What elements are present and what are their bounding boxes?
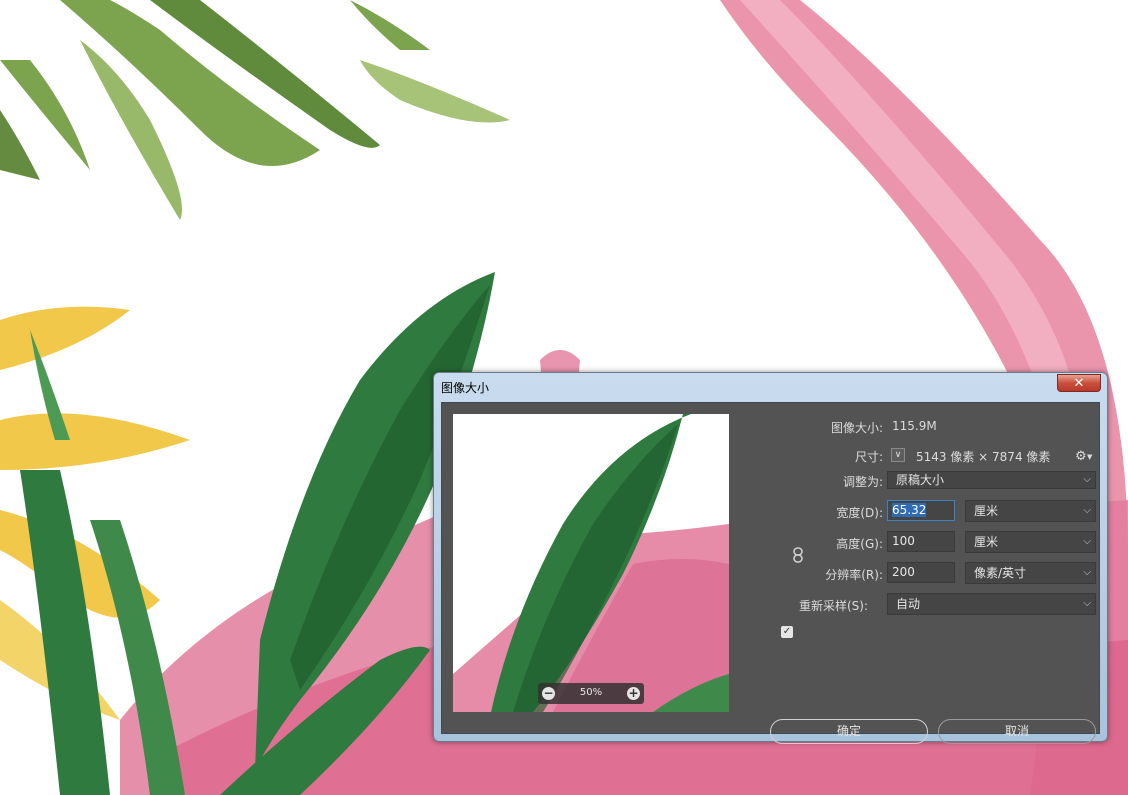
close-icon: ✕ <box>1073 376 1085 391</box>
zoom-level: 50% <box>579 687 603 698</box>
width-unit: 厘米 <box>974 504 999 518</box>
height-unit: 厘米 <box>974 535 999 549</box>
ok-button[interactable]: 确定 <box>770 719 928 744</box>
chevron-down-icon: ⌵ <box>1083 567 1091 578</box>
zoom-bar: − 50% + <box>538 683 644 704</box>
resolution-input[interactable]: 200 <box>887 562 955 583</box>
resolution-unit: 像素/英寸 <box>974 566 1027 580</box>
zoom-out-icon[interactable]: − <box>542 687 555 700</box>
chevron-down-icon: ⌵ <box>1083 474 1091 485</box>
image-size-label: 图像大小: <box>830 421 883 435</box>
chevron-down-icon: ⌵ <box>1083 505 1091 516</box>
width-input[interactable]: 65.32 <box>887 500 955 521</box>
zoom-in-icon[interactable]: + <box>627 687 640 700</box>
resolution-value: 200 <box>892 565 915 579</box>
height-input[interactable]: 100 <box>887 531 955 552</box>
width-label: 宽度(D): <box>836 506 883 520</box>
fit-to-select[interactable]: 原稿大小 ⌵ <box>887 471 1096 489</box>
check-icon: ✓ <box>782 626 792 637</box>
dimensions-value: 5143 像素 × 7874 像素 <box>916 450 1051 464</box>
dialog-titlebar[interactable]: 图像大小 ✕ <box>434 373 1107 401</box>
gear-icon[interactable]: ⚙ <box>1075 449 1087 464</box>
image-preview[interactable]: − 50% + <box>453 414 729 712</box>
image-size-value: 115.9M <box>892 419 937 433</box>
resample-select[interactable]: 自动 ⌵ <box>887 593 1096 615</box>
resample-checkbox[interactable]: ✓ <box>781 626 793 638</box>
image-size-dialog: 图像大小 ✕ − 50% + 图像大小: 115.9M ⚙ ▼ 尺寸: ∨ 51… <box>433 372 1108 744</box>
resample-value: 自动 <box>896 597 921 611</box>
dialog-title: 图像大小 <box>441 381 490 395</box>
height-unit-select[interactable]: 厘米 ⌵ <box>965 531 1096 553</box>
height-value: 100 <box>892 534 915 548</box>
close-button[interactable]: ✕ <box>1057 374 1101 392</box>
resolution-label: 分辨率(R): <box>825 568 883 582</box>
height-label: 高度(G): <box>836 537 883 551</box>
width-unit-select[interactable]: 厘米 ⌵ <box>965 500 1096 522</box>
preview-image <box>453 414 729 712</box>
resolution-unit-select[interactable]: 像素/英寸 ⌵ <box>965 562 1096 584</box>
width-value: 65.32 <box>892 503 927 517</box>
dimensions-label: 尺寸: <box>854 450 883 464</box>
cancel-button[interactable]: 取消 <box>938 719 1096 744</box>
resample-label: 重新采样(S): <box>799 599 869 613</box>
dimensions-toggle[interactable]: ∨ <box>891 448 905 462</box>
chevron-down-icon: ⌵ <box>1083 598 1091 609</box>
fit-to-value: 原稿大小 <box>896 473 945 487</box>
fit-to-label: 调整为: <box>842 475 883 489</box>
chevron-down-icon: ∨ <box>894 450 902 460</box>
gear-caret-icon: ▼ <box>1087 453 1093 461</box>
chevron-down-icon: ⌵ <box>1083 536 1091 547</box>
dialog-body: − 50% + 图像大小: 115.9M ⚙ ▼ 尺寸: ∨ 5143 像素 ×… <box>441 402 1100 744</box>
